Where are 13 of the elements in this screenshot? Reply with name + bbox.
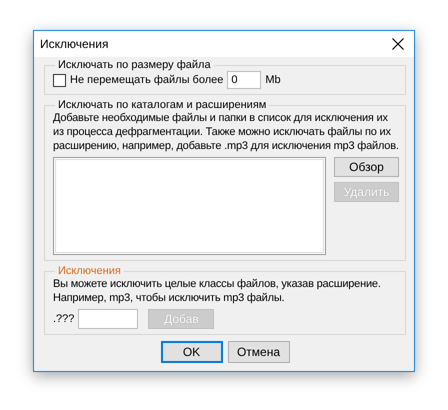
size-field[interactable]: 0	[227, 71, 262, 89]
group-title: Исключать по размеру файла	[57, 59, 212, 71]
dialog-button[interactable]: OK	[160, 341, 222, 363]
group-title: Исключать по каталогам и расширениям	[57, 99, 268, 111]
window-title: Исключения	[40, 37, 109, 51]
description-text: Вы можете исключить целые классы файлов, указав расширение. Например, mp3, чтобы исключить mp3 файлы.	[53, 277, 382, 305]
side-button[interactable]: Обзор	[334, 157, 399, 177]
extension-prefix: .???	[53, 313, 74, 325]
group-title: Исключения	[57, 265, 122, 277]
unit-label: Mb	[265, 74, 281, 86]
description-text: Добавьте необходимые файлы и папки в список для исключения их из процесса дефрагментации. Также можно исключать файлы по их расширению, например, добавьте .mp3 для исключения mp3 файлов.	[53, 111, 399, 153]
dialog-button[interactable]: Отмена	[228, 341, 290, 363]
checkbox-label[interactable]: Не перемещать файлы более	[70, 74, 224, 86]
